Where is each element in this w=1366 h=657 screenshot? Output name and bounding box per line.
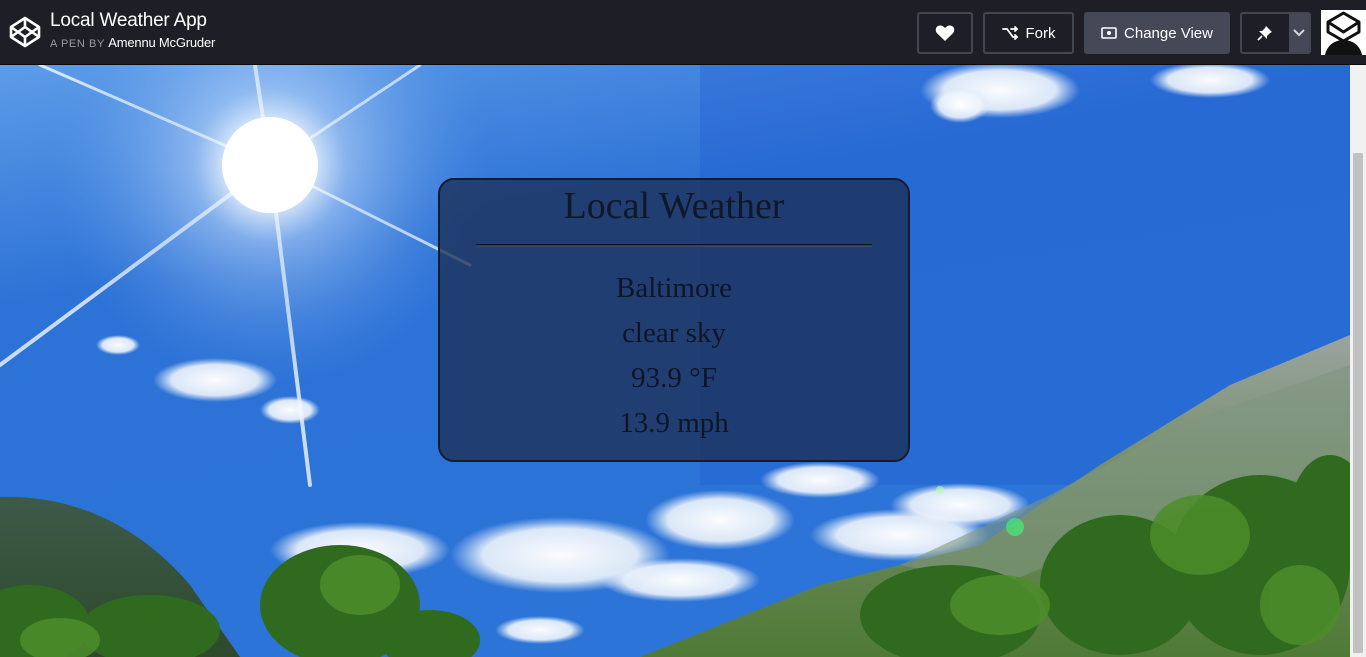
- pen-title-block: Local Weather App A PEN BY Amennu McGrud…: [50, 10, 215, 51]
- weather-card: Local Weather Baltimore clear sky 93.9 °…: [438, 178, 910, 462]
- city-name: Baltimore: [616, 272, 732, 304]
- weather-details: Baltimore clear sky 93.9 °F 13.9 mph: [440, 271, 908, 451]
- user-avatar[interactable]: [1321, 10, 1366, 55]
- pin-button[interactable]: [1242, 14, 1289, 52]
- change-view-button[interactable]: Change View: [1084, 12, 1230, 54]
- weather-heading: Local Weather: [563, 185, 785, 227]
- page-scrollbar[interactable]: [1350, 65, 1366, 657]
- chevron-down-icon: [1293, 29, 1305, 37]
- pen-title[interactable]: Local Weather App: [50, 10, 215, 32]
- fork-icon: [1001, 26, 1018, 40]
- byline-prefix: A PEN BY: [50, 38, 105, 50]
- scrollbar-thumb[interactable]: [1353, 153, 1363, 653]
- heart-icon: [935, 25, 955, 41]
- heart-button[interactable]: [917, 12, 973, 54]
- pin-button-group: [1240, 12, 1311, 54]
- temperature-value[interactable]: 93.9 °F: [440, 361, 908, 406]
- codepen-header: Local Weather App A PEN BY Amennu McGrud…: [0, 0, 1366, 65]
- wind-speed: 13.9 mph: [619, 407, 729, 439]
- change-view-icon: [1101, 27, 1117, 39]
- fork-label: Fork: [1025, 24, 1056, 42]
- pin-dropdown-button[interactable]: [1288, 14, 1309, 52]
- weather-description: clear sky: [622, 317, 726, 349]
- heading-divider: [476, 244, 872, 247]
- fork-button[interactable]: Fork: [983, 12, 1074, 54]
- pen-byline: A PEN BY Amennu McGruder: [50, 36, 215, 51]
- avatar-image: [1321, 10, 1366, 55]
- pin-icon: [1257, 26, 1273, 41]
- codepen-logo-icon[interactable]: [8, 15, 42, 49]
- author-link[interactable]: Amennu McGruder: [108, 35, 215, 50]
- change-view-label: Change View: [1124, 24, 1213, 42]
